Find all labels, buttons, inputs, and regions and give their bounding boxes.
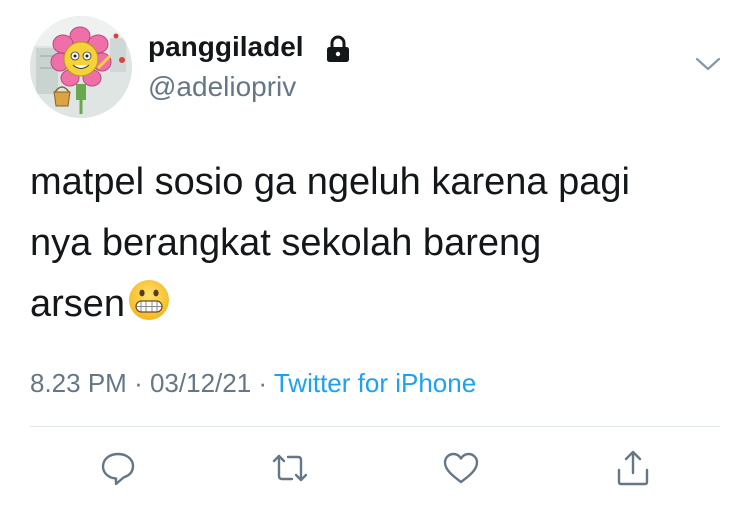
tweet-meta: 8.23 PM · 03/12/21 · Twitter for iPhone [30,366,476,400]
tweet-text-line: arsen [30,274,710,335]
meta-separator: · [258,368,268,398]
tweet-date[interactable]: 03/12/21 [150,368,251,398]
retweet-icon[interactable] [270,448,310,488]
divider [30,426,720,427]
like-icon[interactable] [441,448,481,488]
share-icon[interactable] [613,448,653,488]
meta-separator: · [134,368,143,398]
tweet-text-line-content: arsen [30,283,126,325]
lock-icon [325,35,351,63]
tweet-source-link[interactable]: Twitter for iPhone [274,368,476,398]
grimacing-face-emoji [127,278,171,322]
author-handle[interactable]: @adeliopriv [148,70,296,104]
tweet-text: matpel sosio ga ngeluh karena pagi nya b… [30,152,710,335]
chevron-down-icon[interactable] [694,54,722,74]
reply-icon[interactable] [98,448,138,488]
tweet-text-line: nya berangkat sekolah bareng [30,222,542,264]
avatar[interactable] [30,16,132,118]
flower-character-avatar-image [30,16,132,118]
tweet-text-line: matpel sosio ga ngeluh karena pagi [30,161,630,203]
tweet-time[interactable]: 8.23 PM [30,368,127,398]
author-display-name[interactable]: panggiladel [148,30,304,64]
